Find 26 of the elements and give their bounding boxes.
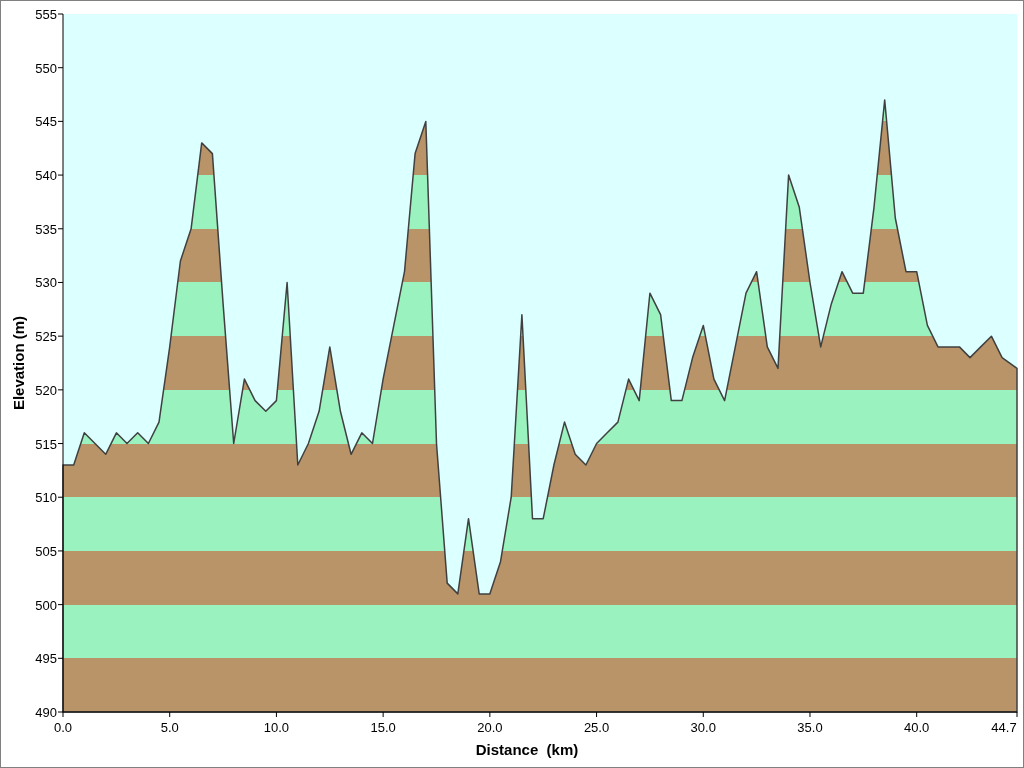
y-tick-label: 500 bbox=[35, 597, 57, 613]
x-tick-label: 30.0 bbox=[690, 720, 716, 735]
y-tick-label: 535 bbox=[35, 221, 57, 237]
x-tick-label: 15.0 bbox=[370, 720, 396, 735]
x-tick-label: 20.0 bbox=[477, 720, 503, 735]
x-tick-label: 10.0 bbox=[263, 720, 290, 735]
y-tick-label: 495 bbox=[35, 651, 57, 667]
y-tick-label: 525 bbox=[35, 329, 57, 345]
y-tick-label: 555 bbox=[35, 7, 57, 22]
y-tick-label: 550 bbox=[35, 60, 57, 76]
x-tick-label: 40.0 bbox=[904, 720, 930, 735]
y-tick-label: 540 bbox=[35, 168, 57, 184]
y-tick-label: 505 bbox=[35, 543, 57, 559]
x-tick-label: 5.0 bbox=[160, 720, 179, 735]
x-axis-title: Distance (km) bbox=[475, 741, 579, 758]
x-tick-label: 35.0 bbox=[797, 720, 823, 735]
y-tick-label: 520 bbox=[35, 382, 57, 398]
y-tick-label: 490 bbox=[35, 705, 57, 720]
y-tick-label: 515 bbox=[35, 436, 57, 452]
y-axis-title: Elevation (m) bbox=[10, 315, 27, 411]
x-tick-label: 0.0 bbox=[53, 720, 73, 735]
y-tick-label: 510 bbox=[35, 490, 57, 506]
x-tick-label: 44.7 bbox=[991, 720, 1017, 735]
y-tick-label: 545 bbox=[35, 114, 57, 130]
x-tick-label: 25.0 bbox=[583, 720, 610, 735]
y-tick-label: 530 bbox=[35, 275, 57, 291]
